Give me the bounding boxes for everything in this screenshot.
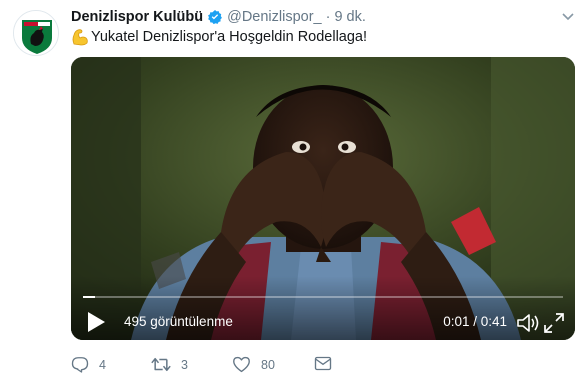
- tweet-timestamp[interactable]: 9 dk.: [334, 9, 365, 25]
- fullscreen-icon[interactable]: [543, 312, 565, 339]
- reply-button[interactable]: 4: [71, 356, 106, 373]
- heart-icon: [233, 356, 250, 373]
- view-count: 495 görüntülenme: [124, 314, 233, 329]
- retweet-button[interactable]: 3: [151, 356, 188, 373]
- reply-count: 4: [99, 357, 106, 372]
- video-controls: 495 görüntülenme 0:01 / 0:41: [71, 276, 575, 340]
- tweet-header: Denizlispor Kulübü @Denizlispor_ · 9 dk.: [71, 7, 366, 27]
- progress-fill: [83, 296, 95, 298]
- avatar[interactable]: [13, 10, 59, 56]
- tweet-body: Yukatel Denizlispor'a Hoşgeldin Rodellag…: [91, 29, 368, 45]
- play-icon[interactable]: [85, 310, 107, 334]
- denizlispor-crest-icon: [14, 11, 58, 55]
- tweet-actions: 4 3 80: [71, 356, 411, 376]
- video-time: 0:01 / 0:41: [443, 314, 507, 329]
- retweet-icon: [151, 357, 171, 372]
- like-button[interactable]: 80: [232, 356, 275, 373]
- chevron-down-icon[interactable]: [561, 9, 575, 27]
- separator-dot: ·: [325, 9, 331, 25]
- envelope-icon: [314, 356, 332, 371]
- account-name[interactable]: Denizlispor Kulübü: [71, 9, 203, 25]
- volume-icon[interactable]: [515, 311, 541, 340]
- account-handle[interactable]: @Denizlispor_: [227, 9, 322, 25]
- verified-icon: [207, 9, 223, 25]
- flexed-biceps-icon: [71, 28, 89, 46]
- video-player[interactable]: 495 görüntülenme 0:01 / 0:41: [71, 57, 575, 340]
- direct-message-button[interactable]: [314, 356, 342, 371]
- reply-icon: [71, 357, 89, 373]
- tweet-text: Yukatel Denizlispor'a Hoşgeldin Rodellag…: [71, 28, 367, 46]
- retweet-count: 3: [181, 357, 188, 372]
- progress-bar[interactable]: [83, 296, 563, 298]
- like-count: 80: [261, 357, 275, 372]
